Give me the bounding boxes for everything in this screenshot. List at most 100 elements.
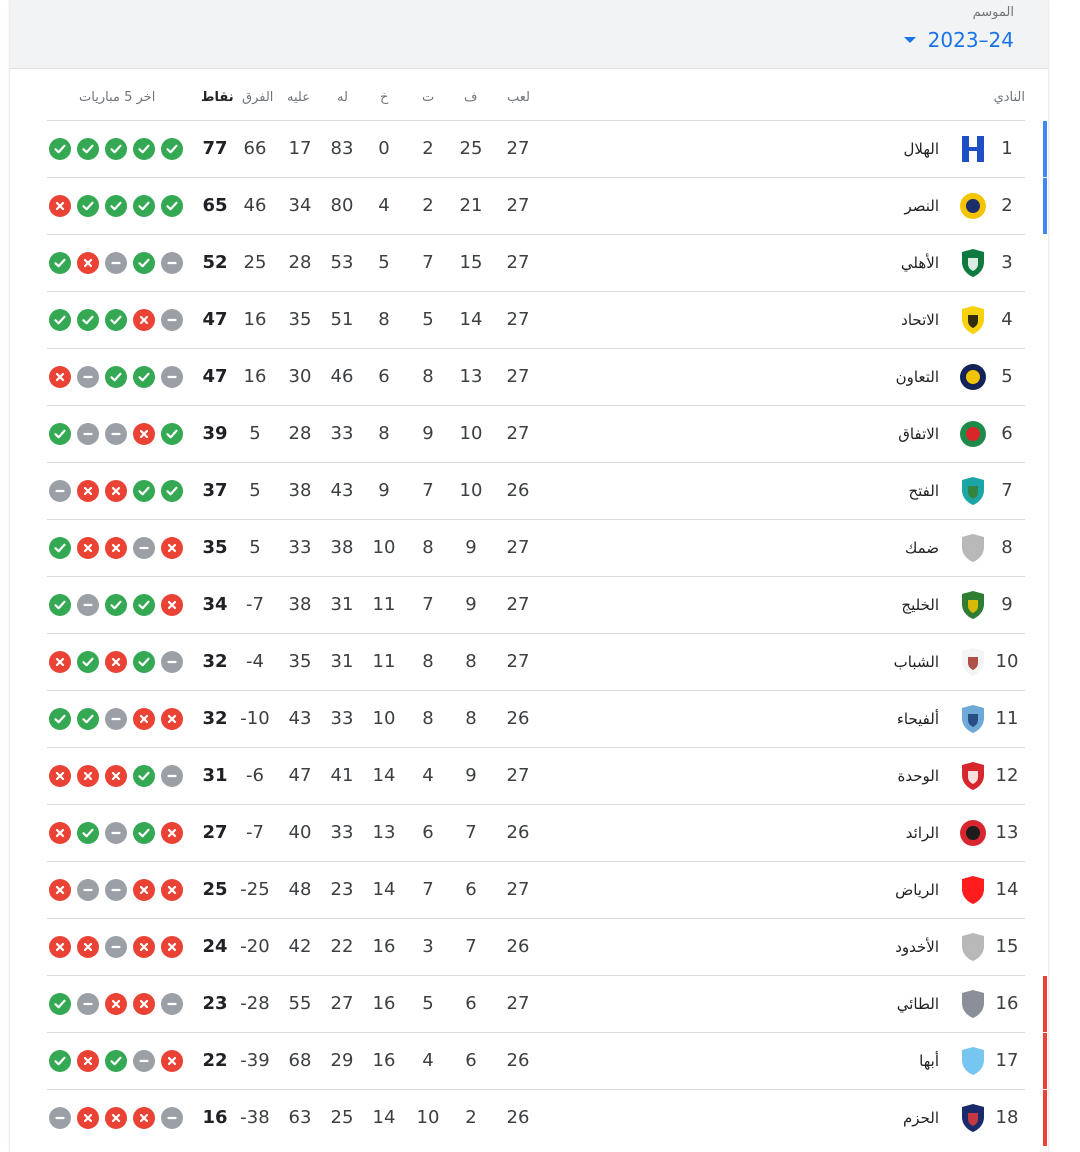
table-row[interactable]: 27 -7 40 33 13 6 7 26 الرائد 13: [47, 804, 1025, 861]
form-result-loss-icon: [77, 252, 99, 274]
goal-diff: 46: [243, 195, 267, 216]
club-name[interactable]: الأهلي: [901, 235, 939, 291]
club-name[interactable]: الهلال: [903, 121, 939, 177]
losses: 16: [372, 1050, 396, 1071]
table-row[interactable]: 35 5 33 38 10 8 9 27 ضمك 8: [47, 519, 1025, 576]
goals-for: 27: [330, 993, 354, 1014]
club-name[interactable]: الخليج: [901, 577, 939, 633]
losses: 8: [378, 423, 390, 444]
goal-diff: 16: [243, 309, 267, 330]
club-name[interactable]: التعاون: [896, 349, 939, 405]
losses: 11: [372, 651, 396, 672]
form-result-loss-icon: [49, 366, 71, 388]
position: 4: [1001, 309, 1013, 330]
position: 13: [995, 822, 1019, 843]
form-result-win-icon: [77, 708, 99, 730]
form-result-win-icon: [105, 1050, 127, 1072]
club-name[interactable]: الرياض: [895, 862, 939, 918]
draws: 2: [422, 195, 434, 216]
form-result-loss-icon: [161, 708, 183, 730]
header-draws: ت: [422, 90, 435, 105]
goals-against: 38: [288, 480, 312, 501]
table-row[interactable]: 77 66 17 83 0 2 25 27 الهلال 1: [47, 120, 1047, 177]
losses: 14: [372, 1107, 396, 1128]
club-name[interactable]: الأخدود: [895, 919, 939, 975]
table-row[interactable]: 31 -6 47 41 14 4 9 27 الوحدة 12: [47, 747, 1025, 804]
table-row[interactable]: 65 46 34 80 4 2 21 27 النصر 2: [47, 177, 1047, 234]
goals-against: 28: [288, 252, 312, 273]
form-result-loss-icon: [133, 993, 155, 1015]
table-row[interactable]: 25 -25 48 23 14 7 6 27 الرياض 14: [47, 861, 1025, 918]
club-name[interactable]: ضمك: [905, 520, 939, 576]
club-name[interactable]: الرائد: [906, 805, 939, 861]
form-result-loss-icon: [49, 651, 71, 673]
goals-for: 23: [330, 879, 354, 900]
form-result-win-icon: [133, 651, 155, 673]
form-result-draw-icon: [161, 252, 183, 274]
club-crest-icon: [959, 932, 987, 962]
form-result-win-icon: [105, 309, 127, 331]
table-row[interactable]: 47 16 35 51 8 5 14 27 الاتحاد 4: [47, 291, 1025, 348]
header-goals-for: له: [337, 90, 348, 105]
table-row[interactable]: 24 -20 42 22 16 3 7 26 الأخدود 15: [47, 918, 1025, 975]
goal-diff: -4: [246, 651, 264, 672]
table-row[interactable]: 32 -10 43 33 10 8 8 26 ألفيحاء 11: [47, 690, 1025, 747]
club-name[interactable]: الاتحاد: [901, 292, 939, 348]
club-name[interactable]: ألفيحاء: [897, 691, 939, 747]
zone-indicator: [1043, 1033, 1047, 1089]
club-crest-icon: [959, 761, 987, 791]
form-result-win-icon: [77, 138, 99, 160]
club-name[interactable]: الشباب: [894, 634, 939, 690]
table-row[interactable]: 16 -38 63 25 14 10 2 26 الحزم 18: [47, 1089, 1047, 1146]
table-row[interactable]: 34 -7 38 31 11 7 9 27 الخليج 9: [47, 576, 1025, 633]
draws: 4: [422, 1050, 434, 1071]
position: 2: [1001, 195, 1013, 216]
position: 14: [995, 879, 1019, 900]
losses: 10: [372, 537, 396, 558]
wins: 8: [465, 651, 477, 672]
table-row[interactable]: 37 5 38 43 9 7 10 26 الفتح 7: [47, 462, 1025, 519]
zone-indicator: [1043, 121, 1047, 177]
table-row[interactable]: 23 -28 55 27 16 5 6 27 الطائي 16: [47, 975, 1047, 1032]
club-name[interactable]: الفتح: [908, 463, 939, 519]
losses: 8: [378, 309, 390, 330]
position: 7: [1001, 480, 1013, 501]
form-result-loss-icon: [161, 822, 183, 844]
last-five-form: [49, 1107, 183, 1129]
played: 26: [506, 822, 530, 843]
table-row[interactable]: 47 16 30 46 6 8 13 27 التعاون 5: [47, 348, 1025, 405]
club-name[interactable]: الحزم: [903, 1090, 939, 1146]
form-result-draw-icon: [49, 480, 71, 502]
club-name[interactable]: أبها: [919, 1033, 939, 1089]
table-row[interactable]: 32 -4 35 31 11 8 8 27 الشباب 10: [47, 633, 1025, 690]
header-form: اخر 5 مباريات: [79, 90, 156, 105]
club-name[interactable]: الطائي: [897, 976, 939, 1032]
table-row[interactable]: 39 5 28 33 8 9 10 27 الاتفاق 6: [47, 405, 1025, 462]
position: 15: [995, 936, 1019, 957]
table-row[interactable]: 22 -39 68 29 16 4 6 26 أبها 17: [47, 1032, 1047, 1089]
club-name[interactable]: النصر: [904, 178, 939, 234]
club-name[interactable]: الوحدة: [898, 748, 940, 804]
club-name[interactable]: الاتفاق: [898, 406, 939, 462]
form-result-win-icon: [105, 195, 127, 217]
goals-against: 55: [288, 993, 312, 1014]
points: 77: [202, 138, 228, 159]
played: 27: [506, 594, 530, 615]
goals-against: 33: [288, 537, 312, 558]
goal-diff: 5: [249, 480, 261, 501]
table-row[interactable]: 52 25 28 53 5 7 15 27 الأهلي 3: [47, 234, 1025, 291]
draws: 7: [422, 480, 434, 501]
goals-for: 51: [330, 309, 354, 330]
goals-against: 28: [288, 423, 312, 444]
form-result-win-icon: [133, 195, 155, 217]
wins: 6: [465, 1050, 477, 1071]
goal-diff: 25: [243, 252, 267, 273]
position: 18: [995, 1107, 1019, 1128]
wins: 9: [465, 594, 477, 615]
form-result-win-icon: [161, 480, 183, 502]
goal-diff: -10: [240, 708, 270, 729]
season-dropdown[interactable]: 2023–24: [903, 28, 1014, 52]
form-result-draw-icon: [133, 537, 155, 559]
club-crest-icon: [959, 590, 987, 620]
form-result-draw-icon: [77, 594, 99, 616]
